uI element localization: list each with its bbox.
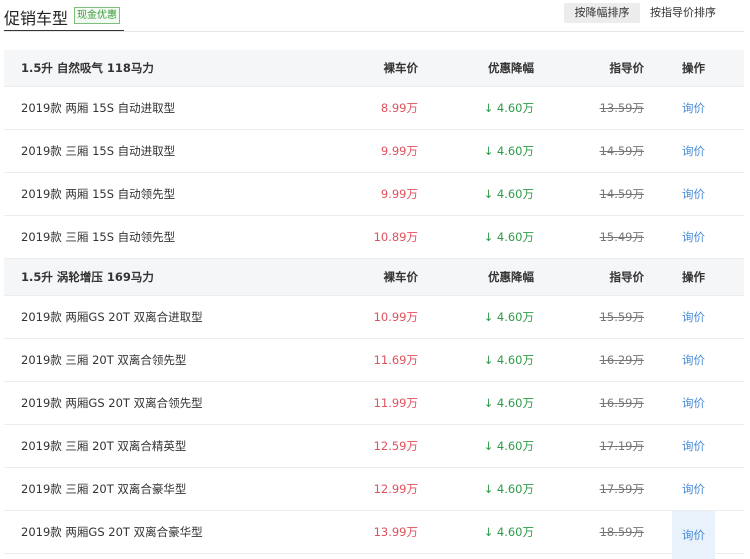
inquire-link[interactable]: 询价: [682, 130, 705, 172]
guide-price: 17.59万: [599, 482, 644, 496]
inquire-link[interactable]: 询价: [682, 339, 705, 381]
col-header-discount: 优惠降幅: [488, 270, 534, 284]
car-name: 2019款 三厢 20T 双离合领先型: [21, 353, 187, 367]
group-header: 1.5升 自然吸气 118马力 裸车价 优惠降幅 指导价 操作: [4, 50, 744, 87]
net-price: 11.69万: [373, 353, 418, 367]
col-header-discount: 优惠降幅: [488, 61, 534, 75]
discount-amount: ↓ 4.60万: [483, 439, 534, 453]
net-price: 9.99万: [380, 187, 418, 201]
net-price: 9.99万: [380, 144, 418, 158]
sort-by-guide-price-button[interactable]: 按指导价排序: [650, 3, 716, 23]
inquire-link[interactable]: 询价: [682, 382, 705, 424]
table-row: 2019款 三厢 20T 双离合精英型 12.59万 ↓ 4.60万 17.19…: [4, 425, 744, 468]
discount-amount: ↓ 4.60万: [483, 230, 534, 244]
col-header-guide: 指导价: [609, 61, 645, 75]
car-name: 2019款 三厢 20T 双离合精英型: [21, 439, 187, 453]
discount-amount: ↓ 4.60万: [483, 482, 534, 496]
car-name: 2019款 两厢GS 20T 双离合领先型: [21, 396, 203, 410]
group-label: 1.5升 自然吸气 118马力: [21, 61, 154, 75]
net-price: 12.99万: [373, 482, 418, 496]
discount-amount: ↓ 4.60万: [483, 187, 534, 201]
group-header: 1.5升 涡轮增压 169马力 裸车价 优惠降幅 指导价 操作: [4, 259, 744, 296]
car-name: 2019款 三厢 20T 双离合豪华型: [21, 482, 187, 496]
section-header: 促销车型 现金优惠 按降幅排序 按指导价排序: [0, 0, 750, 32]
car-name: 2019款 三厢 15S 自动进取型: [21, 144, 176, 158]
col-header-price: 裸车价: [383, 270, 419, 284]
car-name: 2019款 两厢GS 20T 双离合豪华型: [21, 525, 203, 539]
inquire-link[interactable]: 询价: [682, 425, 705, 467]
table-row: 2019款 两厢 15S 自动进取型 8.99万 ↓ 4.60万 13.59万 …: [4, 87, 744, 130]
guide-price: 18.59万: [599, 525, 644, 539]
col-header-guide: 指导价: [609, 270, 645, 284]
section-title: 促销车型: [4, 9, 69, 28]
table-row: 2019款 两厢 15S 自动领先型 9.99万 ↓ 4.60万 14.59万 …: [4, 173, 744, 216]
discount-amount: ↓ 4.60万: [483, 144, 534, 158]
col-header-op: 操作: [682, 61, 705, 75]
net-price: 10.89万: [373, 230, 418, 244]
inquire-link[interactable]: 询价: [682, 296, 705, 338]
group-label: 1.5升 涡轮增压 169马力: [21, 270, 154, 284]
inquire-link[interactable]: 询价: [682, 468, 705, 510]
guide-price: 14.59万: [599, 144, 644, 158]
net-price: 10.99万: [373, 310, 418, 324]
guide-price: 16.59万: [599, 396, 644, 410]
sort-by-discount-button[interactable]: 按降幅排序: [564, 3, 640, 23]
discount-amount: ↓ 4.60万: [483, 310, 534, 324]
car-name: 2019款 两厢 15S 自动领先型: [21, 187, 176, 201]
car-name: 2019款 两厢 15S 自动进取型: [21, 101, 176, 115]
guide-price: 13.59万: [599, 101, 644, 115]
header-divider: [4, 31, 744, 32]
table-row: 2019款 两厢GS 20T 双离合领先型 11.99万 ↓ 4.60万 16.…: [4, 382, 744, 425]
col-header-op: 操作: [682, 270, 705, 284]
inquire-link[interactable]: 询价: [682, 216, 705, 258]
guide-price: 16.29万: [599, 353, 644, 367]
promo-table: 1.5升 自然吸气 118马力 裸车价 优惠降幅 指导价 操作 2019款 两厢…: [4, 50, 744, 559]
discount-amount: ↓ 4.60万: [483, 525, 534, 539]
guide-price: 14.59万: [599, 187, 644, 201]
discount-amount: ↓ 4.60万: [483, 101, 534, 115]
table-row: 2019款 两厢GS 20T 双离合进取型 10.99万 ↓ 4.60万 15.…: [4, 296, 744, 339]
car-name: 2019款 三厢 15S 自动领先型: [21, 230, 176, 244]
col-header-price: 裸车价: [383, 61, 419, 75]
discount-amount: ↓ 4.60万: [483, 396, 534, 410]
discount-amount: ↓ 4.60万: [483, 353, 534, 367]
table-row: 2019款 三厢 20T 双离合领先型 11.69万 ↓ 4.60万 16.29…: [4, 339, 744, 382]
guide-price: 15.59万: [599, 310, 644, 324]
table-row: 2019款 两厢GS 20T 双离合豪华型 13.99万 ↓ 4.60万 18.…: [4, 511, 744, 559]
net-price: 8.99万: [380, 101, 418, 115]
cash-discount-badge: 现金优惠: [74, 7, 120, 24]
table-row: 2019款 三厢 15S 自动领先型 10.89万 ↓ 4.60万 15.49万…: [4, 216, 744, 259]
inquire-link[interactable]: 询价: [682, 87, 705, 129]
net-price: 12.59万: [373, 439, 418, 453]
guide-price: 17.19万: [599, 439, 644, 453]
net-price: 11.99万: [373, 396, 418, 410]
car-name: 2019款 两厢GS 20T 双离合进取型: [21, 310, 203, 324]
table-row: 2019款 三厢 20T 双离合豪华型 12.99万 ↓ 4.60万 17.59…: [4, 468, 744, 511]
inquire-link[interactable]: 询价: [672, 511, 715, 559]
table-row: 2019款 三厢 15S 自动进取型 9.99万 ↓ 4.60万 14.59万 …: [4, 130, 744, 173]
net-price: 13.99万: [373, 525, 418, 539]
guide-price: 15.49万: [599, 230, 644, 244]
inquire-link[interactable]: 询价: [682, 173, 705, 215]
